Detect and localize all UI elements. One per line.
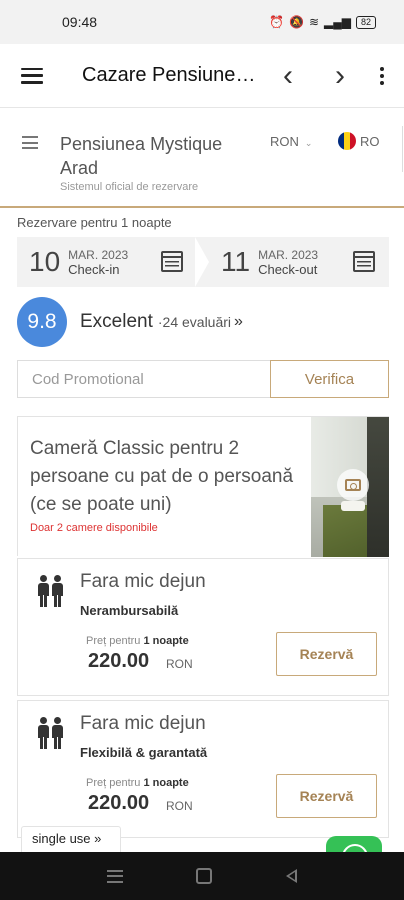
two-people-icon (38, 717, 64, 749)
price-value: 220.00 (88, 792, 150, 814)
app-title: Cazare Pensiunea Mystique Arad (82, 64, 262, 86)
status-bar: 09:48 ⏰ 🔕 ≋ ▂▄▆ 82 (0, 0, 404, 44)
currency-label: RON (270, 134, 299, 149)
checkout-date[interactable]: 11 MAR. 2023 Check-out (209, 237, 389, 287)
chevron-right-icon: › (335, 58, 345, 92)
book-button[interactable]: Rezervă (276, 774, 377, 818)
camera-icon (345, 479, 361, 491)
price-currency: RON (166, 657, 193, 671)
alarm-icon: ⏰ (269, 15, 284, 29)
calendar-icon (353, 251, 375, 272)
site-subtitle: Sistemul oficial de rezervare (60, 181, 199, 193)
language-label: RO (360, 133, 380, 149)
checkin-date[interactable]: 10 MAR. 2023 Check-in (17, 237, 197, 287)
wifi-icon: ≋ (308, 15, 320, 29)
currency-selector[interactable]: RON ⌄ (270, 134, 312, 149)
price-value: 220.00 (88, 650, 150, 672)
chevron-down-icon: ⌄ (304, 138, 313, 148)
battery-icon: 82 (355, 15, 376, 29)
checkin-label: Check-in (68, 261, 120, 277)
back-arrow-button[interactable]: ‹ (262, 44, 314, 108)
site-header: Pensiunea Mystique Arad Sistemul oficial… (0, 108, 404, 208)
two-people-icon (38, 575, 64, 607)
checkout-label: Check-out (258, 261, 318, 277)
stay-length-label: Rezervare pentru 1 noapte (17, 215, 172, 230)
gallery-button[interactable] (337, 469, 369, 501)
rate-name: Fara mic dejun (80, 571, 206, 592)
signal-icon: ▂▄▆ (324, 15, 351, 29)
single-use-tab[interactable]: single use » (21, 826, 121, 852)
home-icon[interactable] (196, 868, 213, 884)
hamburger-icon (21, 67, 43, 84)
rating-summary[interactable]: 9.8 Excelent ·24 evaluări » (17, 297, 243, 347)
rate-policy[interactable]: Nerambursabilă (80, 603, 178, 618)
double-chevron-right-icon: » (234, 313, 243, 330)
promo-code-input[interactable] (17, 360, 270, 398)
romania-flag-icon (338, 132, 356, 150)
checkout-month: MAR. 2023 (258, 247, 319, 262)
rate-plan: Fara mic dejun Flexibilă & garantată Pre… (17, 700, 389, 838)
checkin-month: MAR. 2023 (68, 247, 129, 262)
price-label: Preț pentru 1 noapte (86, 777, 189, 789)
mute-icon: 🔕 (289, 15, 304, 29)
price-label: Preț pentru 1 noapte (86, 635, 189, 647)
checkin-day: 10 (29, 246, 61, 277)
overflow-menu-button[interactable] (366, 44, 398, 108)
back-icon[interactable] (286, 869, 298, 883)
status-time: 09:48 (62, 14, 98, 30)
language-selector[interactable]: RO (338, 132, 380, 150)
recent-apps-icon[interactable] (106, 869, 123, 883)
rating-word: Excelent (80, 311, 153, 332)
promo-code-form: Verifica (17, 360, 389, 398)
room-availability: Doar 2 camere disponibile (30, 522, 158, 534)
menu-button[interactable] (0, 44, 64, 108)
checkout-day: 11 (221, 246, 251, 277)
rate-policy[interactable]: Flexibilă & garantată (80, 745, 207, 760)
site-menu-icon[interactable] (22, 136, 38, 149)
review-count: ·24 evaluări (157, 314, 232, 330)
date-separator (195, 237, 209, 287)
calendar-icon (161, 251, 183, 272)
divider (402, 126, 403, 172)
verify-promo-button[interactable]: Verifica (270, 360, 389, 398)
app-bar: Cazare Pensiunea Mystique Arad ‹ › (0, 44, 404, 108)
chevron-left-icon: ‹ (283, 58, 293, 92)
rating-score-badge: 9.8 (17, 297, 67, 347)
site-name[interactable]: Pensiunea Mystique Arad (60, 132, 250, 180)
forward-arrow-button[interactable]: › (314, 44, 366, 108)
room-photo[interactable] (311, 417, 389, 557)
room-card: Cameră Classic pentru 2 persoane cu pat … (17, 416, 389, 557)
price-currency: RON (166, 799, 193, 813)
system-nav-bar (0, 852, 404, 900)
rate-name: Fara mic dejun (80, 713, 206, 734)
book-button[interactable]: Rezervă (276, 632, 377, 676)
rate-plan: Fara mic dejun Nerambursabilă Preț pentr… (17, 558, 389, 696)
room-title[interactable]: Cameră Classic pentru 2 persoane cu pat … (30, 435, 300, 519)
status-icons: ⏰ 🔕 ≋ ▂▄▆ 82 (269, 15, 376, 29)
date-picker: 10 MAR. 2023 Check-in 11 MAR. 2023 Check… (17, 237, 389, 287)
